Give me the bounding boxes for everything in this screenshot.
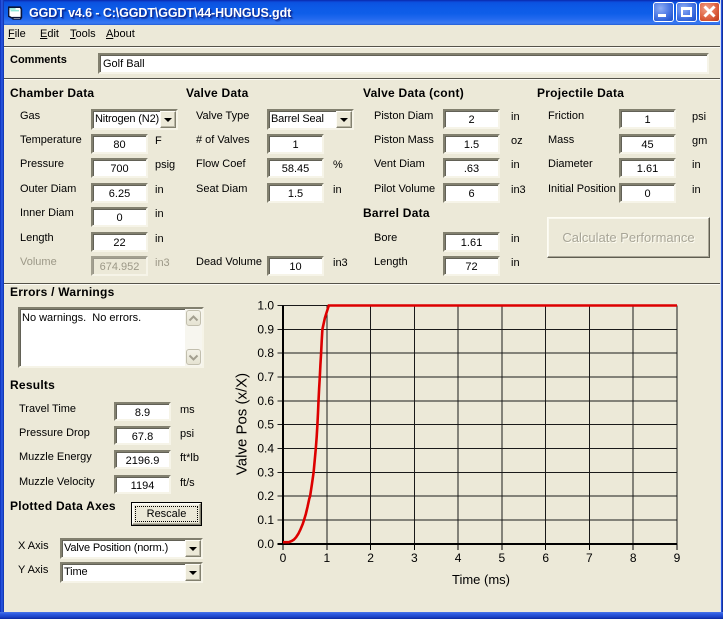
svg-text:0.6: 0.6 (257, 394, 274, 408)
svg-text:0.2: 0.2 (257, 489, 274, 503)
svg-text:0.9: 0.9 (257, 322, 274, 336)
svg-text:6: 6 (542, 551, 549, 565)
svg-text:0.8: 0.8 (257, 346, 274, 360)
svg-text:2: 2 (367, 551, 374, 565)
svg-text:0.4: 0.4 (257, 442, 274, 456)
svg-text:3: 3 (411, 551, 418, 565)
svg-text:0: 0 (280, 551, 287, 565)
svg-text:4: 4 (455, 551, 462, 565)
svg-text:1.0: 1.0 (257, 299, 274, 313)
svg-text:0.1: 0.1 (257, 513, 274, 527)
svg-text:7: 7 (586, 551, 593, 565)
svg-text:Valve Pos (x/X): Valve Pos (x/X) (234, 373, 251, 475)
svg-text:8: 8 (630, 551, 637, 565)
svg-text:Time (ms): Time (ms) (452, 572, 510, 587)
svg-text:0.3: 0.3 (257, 465, 274, 479)
svg-text:1: 1 (323, 551, 330, 565)
svg-text:9: 9 (674, 551, 681, 565)
svg-text:5: 5 (499, 551, 506, 565)
svg-text:0.0: 0.0 (257, 537, 274, 551)
svg-text:0.5: 0.5 (257, 418, 274, 432)
svg-text:0.7: 0.7 (257, 370, 274, 384)
